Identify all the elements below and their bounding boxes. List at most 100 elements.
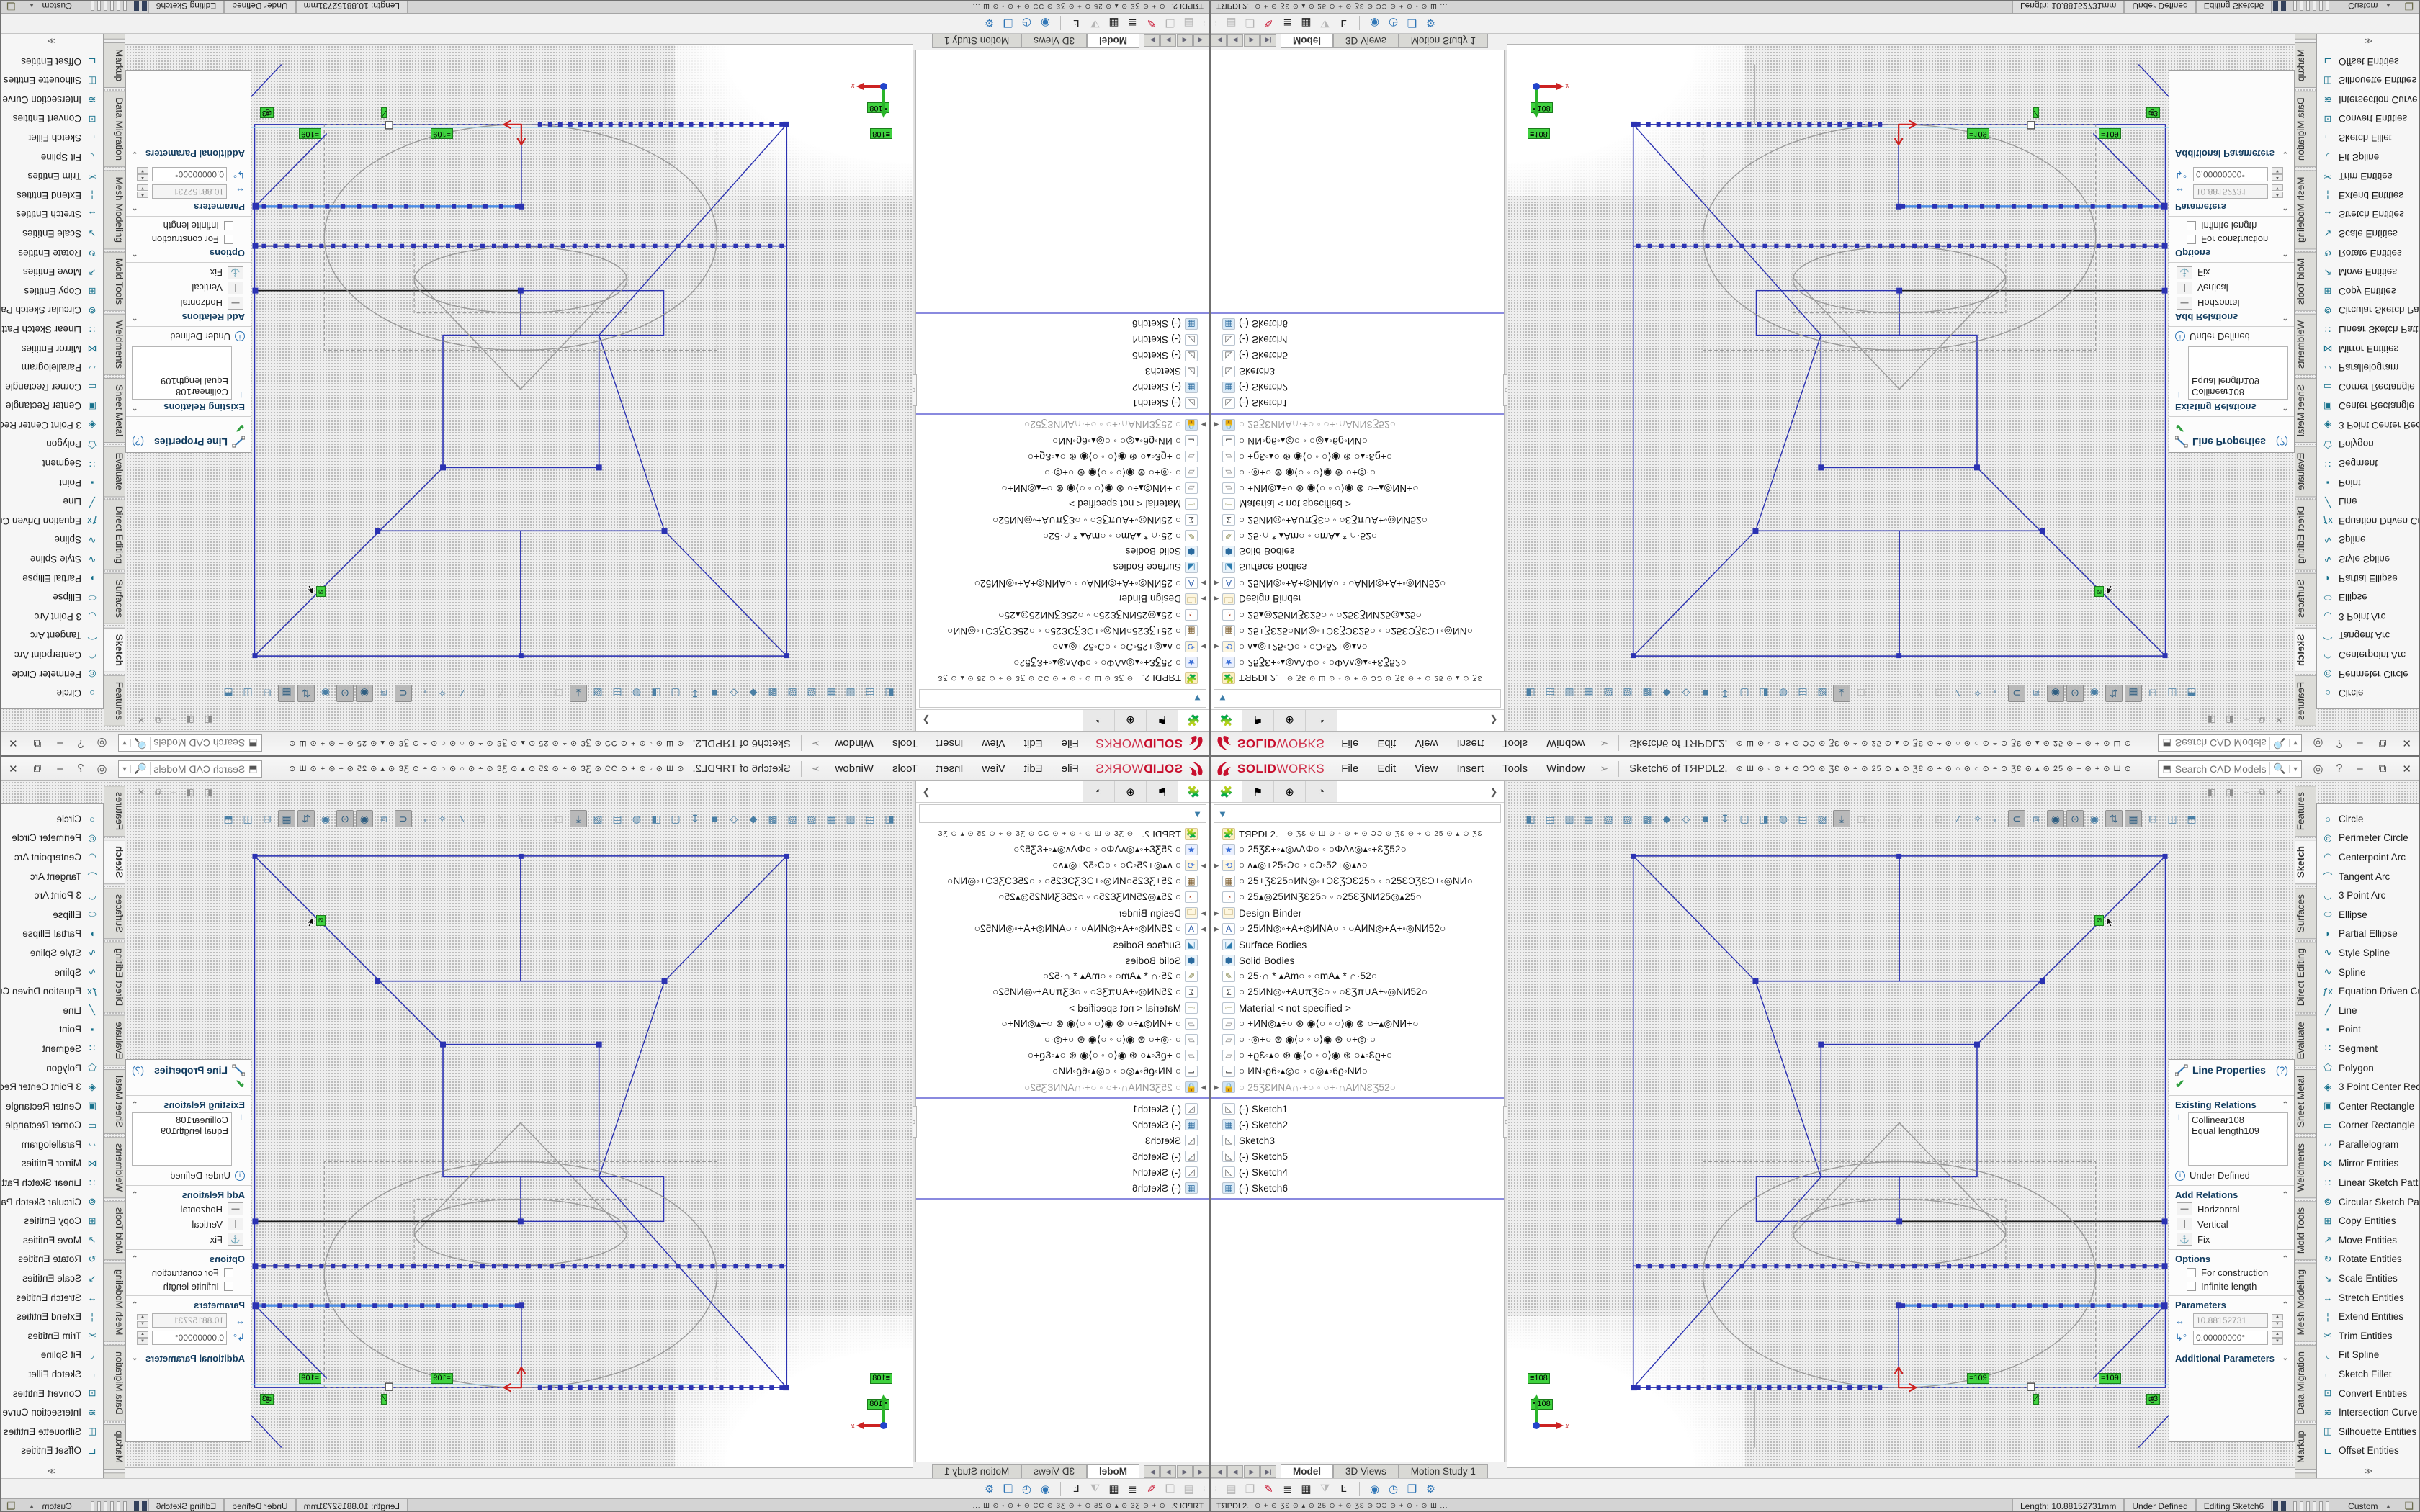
ghost-2-icon[interactable]: ⌐ [531, 810, 548, 827]
doc-restore-icon[interactable]: ⧉ [2259, 787, 2265, 798]
zebra-icon[interactable]: ▨ [1814, 685, 1831, 702]
relation-badge-mirror[interactable]: ⧄ [316, 586, 326, 597]
more-tools-icon[interactable]: ≫ [0, 1466, 103, 1476]
tree-item[interactable]: ▶⟲○ ʌ▴◎+25◦Ɔ○ ◦ ○Ɔ◦52+◎▴ʌ○ [1211, 858, 1504, 873]
tool-fit-spline[interactable]: ◟Fit Spline [0, 148, 103, 167]
tree-item-sketch[interactable]: ◺(-) Sketch5 [1211, 348, 1504, 364]
clock-icon[interactable]: ◷ [1017, 17, 1036, 30]
tool-extend-entities[interactable]: ¦Extend Entities [0, 186, 103, 205]
c-pressed-icon[interactable]: ⊂ [2008, 685, 2025, 702]
tab-sheet-metal[interactable]: Sheet Metal [104, 1069, 125, 1134]
tool-3-point-arc[interactable]: ◡3 Point Arc [2317, 607, 2420, 626]
cube-drop-icon[interactable]: ⬒ [2183, 810, 2200, 827]
pin-icon[interactable]: ➢ [806, 737, 826, 750]
ok-check-icon[interactable]: ✔ [2175, 420, 2288, 435]
doc-next-icon[interactable]: ◨ [2226, 787, 2233, 798]
tab-nav-1[interactable]: ◀ [1227, 1465, 1243, 1478]
tool-intersection-curve[interactable]: ≋Intersection Curve [0, 1403, 103, 1422]
tool-linear-sketch-pattern[interactable]: ∷Linear Sketch Pattern [2317, 1173, 2420, 1192]
tool-silhouette-entities[interactable]: ◫Silhouette Entities [2317, 71, 2420, 90]
tool-tangent-arc[interactable]: ⌒Tangent Arc [0, 626, 103, 646]
restore-button[interactable]: ⧉ [26, 762, 50, 775]
tree-item[interactable]: ◔○ 25▴◎25ИNƷƐ25○ ◦ ○25ƐƷNИ25◎▴25○ [916, 607, 1209, 623]
minimize-button[interactable]: – [49, 737, 71, 750]
angle-input[interactable] [2193, 1331, 2268, 1345]
tree-item[interactable]: ≔Material < not specified > [1211, 496, 1504, 512]
folder-check-icon[interactable]: ❒ [1403, 1482, 1422, 1495]
tab-featuremanager[interactable]: 🧩 [1178, 710, 1209, 731]
menu-insert[interactable]: Insert [1447, 732, 1493, 756]
filter-icon[interactable]: ⧩ [1085, 1482, 1104, 1495]
menu-window[interactable]: Window [1537, 732, 1594, 756]
tree-filter-box[interactable]: ▼ [919, 804, 1206, 823]
tree-item[interactable]: ▦○ 25+ƷƐ25○ИN◎◦+ƆƐƷƆƐ25○ ◦ ○25ƐƆƷƐƆ+◦◎NИ… [1211, 873, 1504, 889]
tool-line[interactable]: ╱Line [2317, 492, 2420, 511]
option-for-construction[interactable]: For construction [132, 1267, 233, 1278]
menu-edit[interactable]: Edit [1015, 732, 1052, 756]
tree-filter-box[interactable]: ▼ [1214, 804, 1501, 823]
tab-weldments[interactable]: Weldments [104, 1137, 125, 1198]
tool-polygon[interactable]: ⬠Polygon [2317, 1058, 2420, 1078]
tree-item[interactable]: ◪Surface Bodies [1211, 937, 1504, 953]
pages-icon[interactable]: ❐ [1241, 1482, 1260, 1495]
normal-to-icon[interactable]: ↧ [686, 810, 704, 827]
tool-partial-ellipse[interactable]: ◗Partial Ellipse [0, 924, 103, 944]
eye-pressed-1-icon[interactable]: ◉ [356, 685, 373, 702]
page-icon[interactable]: ◨ [1755, 810, 1773, 827]
expand-icon[interactable]: ▶ [1211, 909, 1222, 917]
add-relation-fix[interactable]: ⚓Fix [2177, 266, 2288, 279]
rollback-bar-end[interactable] [1211, 312, 1504, 314]
tool-circular-sketch-pattern[interactable]: ⊚Circular Sketch Pattern [2317, 1192, 2420, 1212]
tool-center-rectangle[interactable]: ▣Center Rectangle [0, 397, 103, 416]
clock-icon[interactable]: ◷ [1384, 1482, 1403, 1495]
menu-edit[interactable]: Edit [1015, 757, 1052, 781]
tool-perimeter-circle[interactable]: ◎Perimeter Circle [0, 665, 103, 684]
tool-3-point-center-recta-[interactable]: ◈3 Point Center Recta... [2317, 415, 2420, 435]
prev-view-icon[interactable]: ◧ [1522, 685, 1539, 702]
tree-root-item[interactable]: 🧩TЯPDL2.⊙ ƷƐ ⊙ Ш ⊙ ◦ ⊙ + ⊙ ƆƆ ⊙ ƷƐ ⊙ ÷ ⊙… [1211, 670, 1504, 686]
units-selector[interactable]: Custom▲ [2341, 1, 2398, 12]
angle-input[interactable] [2193, 167, 2268, 181]
doc-minimize-icon[interactable]: – [171, 787, 176, 798]
rollback-bar-end[interactable] [1211, 1198, 1504, 1200]
doc30-icon[interactable]: ⧈ [375, 810, 393, 827]
relation-item[interactable]: Collinear108 [2192, 387, 2285, 397]
tool-3-point-arc[interactable]: ◡3 Point Arc [2317, 886, 2420, 905]
tree-item[interactable]: ≔Material < not specified > [1211, 1000, 1504, 1016]
tab-data-migration[interactable]: Data Migration [104, 91, 125, 167]
angle-stepper[interactable]: ▲▼ [2272, 168, 2283, 181]
tool-centerpoint-arc[interactable]: ◠Centerpoint Arc [2317, 645, 2420, 665]
arrows-pressed-icon[interactable]: ⇅ [297, 685, 315, 702]
search-dropdown-icon[interactable]: ▼ [119, 765, 132, 773]
tab-direct-editing[interactable]: Direct Editing [104, 942, 125, 1012]
tab-nav-2[interactable]: ▶ [1244, 1465, 1260, 1478]
expand-icon[interactable]: ▶ [1211, 421, 1222, 429]
tab-configurationmanager[interactable]: ⊕ [1114, 781, 1146, 802]
tab-nav-1[interactable]: ◀ [1177, 1465, 1193, 1478]
eye-pressed-2-icon[interactable]: ◉ [317, 810, 334, 827]
checkbox-icon[interactable] [2187, 1268, 2196, 1277]
tab-features[interactable]: Features [2295, 786, 2316, 837]
view-box-icon[interactable]: ■ [1697, 810, 1714, 827]
tool-linear-sketch-pattern[interactable]: ∷Linear Sketch Pattern [0, 1173, 103, 1192]
page-icon[interactable]: ◨ [647, 685, 665, 702]
rollback-bar[interactable] [916, 1097, 1209, 1099]
tab-featuremanager[interactable]: 🧩 [1211, 781, 1242, 802]
relation-badge-col108-a[interactable]: ≡108 [1528, 1373, 1550, 1384]
search-input[interactable] [151, 738, 245, 750]
tool-point[interactable]: ▪Point [0, 1020, 103, 1040]
tool-scale-entities[interactable]: ↘Scale Entities [2317, 1269, 2420, 1288]
tree-item[interactable]: ★○ 25ƷƐ+◦▴◎ʌAΦ○ ◦ ○ΦAʌ◎▴◦+ƐƷ52○ [916, 842, 1209, 858]
tab-mold-tools[interactable]: Mold Tools [104, 252, 125, 311]
ghost-2-icon[interactable]: ⌐ [1872, 685, 1889, 702]
page-icon[interactable]: ◨ [647, 810, 665, 827]
check-overlap-icon[interactable]: ◉ [1036, 17, 1054, 30]
monitor-icon[interactable]: ⊟ [259, 685, 276, 702]
tab-nav-3[interactable]: ▶| [1260, 1465, 1276, 1478]
tree-item[interactable]: ▦○ 25+ƷƐ25○ИN◎◦+ƆƐƷƆƐ25○ ◦ ○25ƐƆƷƐƆ+◦◎NИ… [916, 623, 1209, 639]
tool-corner-rectangle[interactable]: ▭Corner Rectangle [0, 1116, 103, 1135]
rollback-bar[interactable] [1211, 1097, 1504, 1099]
panel-expand-icon[interactable]: ❯ [1484, 710, 1504, 731]
menu-edit[interactable]: Edit [1368, 757, 1405, 781]
tab-evaluate[interactable]: Evaluate [104, 1015, 125, 1066]
